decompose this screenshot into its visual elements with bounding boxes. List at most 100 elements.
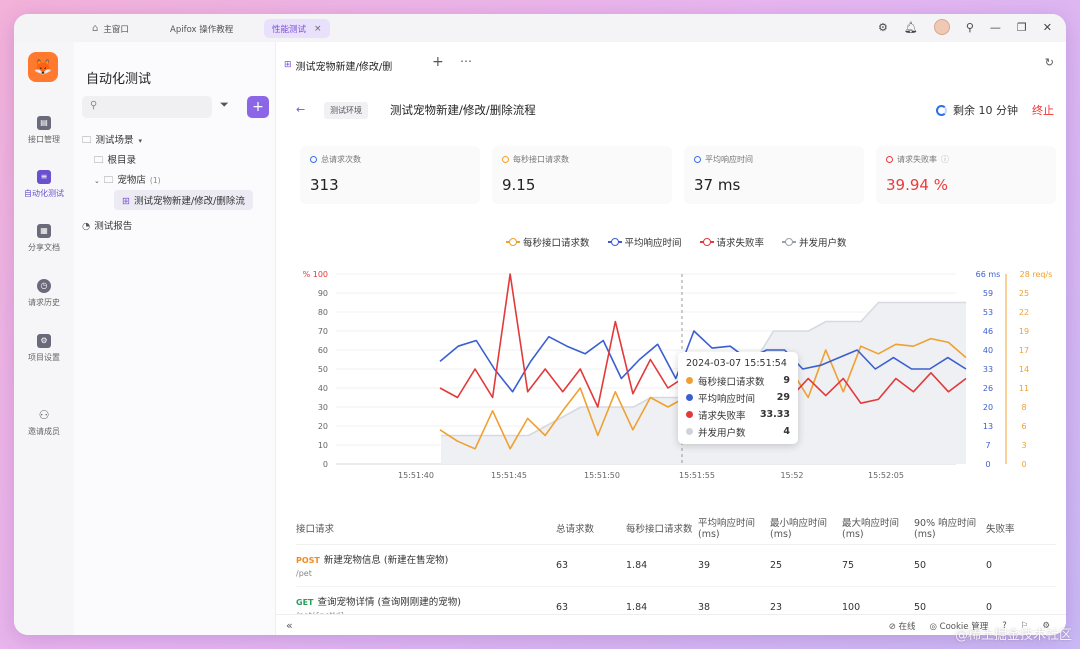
tree-node-scene-item[interactable]: ⊞ 测试宠物新建/修改/删除流 <box>114 190 253 210</box>
ms-tick-label: 0 <box>985 460 990 469</box>
bell-icon[interactable]: 🔔︎ <box>904 21 918 34</box>
x-tick-label: 15:51:40 <box>398 471 434 480</box>
stat-fail-rate: 请求失败率 ⓘ 39.94 % <box>876 146 1056 204</box>
table-cell: 75 <box>842 544 914 587</box>
tooltip-name: 请求失败率 <box>698 410 746 422</box>
ms-tick-label: 20 <box>983 403 993 412</box>
legend-item-resp[interactable]: 平均响应时间 <box>607 235 682 249</box>
rail-item-docs[interactable]: ▦ 分享文档 <box>14 224 74 253</box>
req-tick-label: 3 <box>1021 441 1026 450</box>
tree-node-reports[interactable]: ◔ 测试报告 <box>82 218 132 232</box>
ms-tick-label: 7 <box>985 441 990 450</box>
api-icon: ▤ <box>37 116 51 130</box>
legend-swatch <box>506 238 520 246</box>
scene-icon: ⊞ <box>284 60 292 70</box>
history-icon: ◷ <box>37 279 51 293</box>
minimize-icon[interactable]: — <box>990 21 1001 34</box>
performance-chart[interactable]: 0102030405060708090% 1000713202633404653… <box>276 256 1066 486</box>
restore-icon[interactable]: ❐ <box>1017 21 1027 34</box>
x-tick-label: 15:52:05 <box>868 471 904 480</box>
column-header[interactable]: 失败率 <box>986 512 1056 545</box>
search-icon: ⚲ <box>90 100 98 111</box>
y-tick-label: 10 <box>318 441 328 450</box>
title-bar: ⌂ 主窗口 Apifox 操作教程 性能测试 × ⚙ 🔔︎ ⚲ — ❐ ✕ <box>14 14 1066 42</box>
method-badge: GET <box>296 598 314 607</box>
column-header[interactable]: 每秒接口请求数 <box>626 512 698 545</box>
home-icon: ⌂ <box>92 23 99 34</box>
table-cell: 50 <box>914 544 986 587</box>
tree-node-scenes[interactable]: 🗀 测试场景 ▾ <box>82 132 146 149</box>
tooltip-name: 每秒接口请求数 <box>698 376 765 388</box>
stop-button[interactable]: 终止 <box>1032 102 1054 118</box>
rail-item-api[interactable]: ▤ 接口管理 <box>14 116 74 145</box>
doc-tab[interactable]: ⊞ 测试宠物新建/修改/删 <box>284 54 392 76</box>
column-header[interactable]: 最大响应时间(ms) <box>842 512 914 545</box>
collapse-sidebar-icon[interactable]: « <box>286 619 293 632</box>
info-icon[interactable]: ⓘ <box>941 154 949 165</box>
tree-node-root[interactable]: 🗀 根目录 <box>94 152 136 169</box>
pin-icon[interactable]: ⚲ <box>966 21 974 34</box>
stat-rps: 每秒接口请求数 9.15 <box>492 146 672 204</box>
y-tick-label: 60 <box>318 346 328 355</box>
column-header[interactable]: 接口请求 <box>296 512 556 545</box>
avatar[interactable] <box>933 19 950 35</box>
settings-icon[interactable]: ⚙ <box>878 21 888 34</box>
column-header[interactable]: 平均响应时间(ms) <box>698 512 770 545</box>
tree-node-label: 测试宠物新建/修改/删除流 <box>133 196 245 207</box>
tooltip-row: 请求失败率 33.33 <box>686 406 790 423</box>
y-tick-label: 80 <box>318 308 328 317</box>
chart-legend: 每秒接口请求数 平均响应时间 请求失败率 并发用户数 <box>506 235 847 249</box>
refresh-icon[interactable]: ↻ <box>1045 56 1054 69</box>
window-tab-tutorial[interactable]: Apifox 操作教程 <box>162 19 241 38</box>
chevron-down-icon[interactable]: ⌄ <box>94 177 100 185</box>
rail-item-invite[interactable]: ⚇ 邀请成员 <box>14 408 74 437</box>
table-cell: 1.84 <box>626 544 698 587</box>
column-header[interactable]: 最小响应时间(ms) <box>770 512 842 545</box>
window-tab-perf[interactable]: 性能测试 × <box>264 19 330 38</box>
caret-down-icon[interactable]: ▾ <box>139 137 143 145</box>
legend-item-rps[interactable]: 每秒接口请求数 <box>506 235 590 249</box>
rail-item-autotest[interactable]: ≡ 自动化测试 <box>14 170 74 199</box>
back-arrow-icon[interactable]: ← <box>296 103 305 116</box>
x-tick-label: 15:51:50 <box>584 471 620 480</box>
stat-label: 每秒接口请求数 <box>502 154 569 165</box>
add-button[interactable]: + <box>247 96 269 118</box>
rail-item-label: 邀请成员 <box>28 427 60 436</box>
search-input[interactable]: ⚲ <box>82 96 212 118</box>
stat-label: 总请求次数 <box>310 154 361 165</box>
stat-value: 313 <box>310 176 339 194</box>
y-axis-label: % 100 <box>303 270 328 279</box>
status-bar: « ⊘ 在线 ◎ Cookie 管理 ? ⚐ ⚙ <box>276 614 1066 635</box>
watermark: @稀土掘金技术社区 <box>954 628 1072 643</box>
rail-item-history[interactable]: ◷ 请求历史 <box>14 279 74 308</box>
share-doc-icon: ▦ <box>37 224 51 238</box>
table-row[interactable]: POST 新建宠物信息 (新建在售宠物) /pet 63 1.84 39 25 7… <box>296 544 1056 587</box>
add-user-icon: ⚇ <box>38 408 50 422</box>
rail-item-settings[interactable]: ⚙ 项目设置 <box>14 334 74 363</box>
tooltip-dot <box>686 394 693 401</box>
app-logo: 🦊 <box>28 52 58 82</box>
tree-node-folder[interactable]: ⌄ 🗀 宠物店 (1) <box>94 172 161 189</box>
api-name: 查询宠物详情 (查询刚刚建的宠物) <box>317 597 461 608</box>
ms-tick-label: 33 <box>983 365 993 374</box>
req-tick-label: 8 <box>1021 403 1026 412</box>
tree-node-label: 根目录 <box>107 155 137 166</box>
y-tick-label: 20 <box>318 422 328 431</box>
req-tick-label: 14 <box>1019 365 1029 374</box>
table-cell: 25 <box>770 544 842 587</box>
window-controls: ⚙ 🔔︎ ⚲ — ❐ ✕ <box>878 19 1052 35</box>
scene-tree-panel: 自动化测试 ⚲ ⏷ + 🗀 测试场景 ▾ 🗀 根目录 ⌄ 🗀 宠物店 (1) ⊞ 测试宠物新建… <box>74 42 276 635</box>
more-icon[interactable]: ⋯ <box>460 54 472 68</box>
window-tab-main[interactable]: ⌂ 主窗口 <box>84 19 137 38</box>
column-header[interactable]: 总请求数 <box>556 512 626 545</box>
add-tab-button[interactable]: + <box>432 54 444 70</box>
column-header[interactable]: 90% 响应时间(ms) <box>914 512 986 545</box>
rail-item-label: 分享文档 <box>28 243 60 252</box>
legend-item-users[interactable]: 并发用户数 <box>782 235 847 249</box>
close-window-icon[interactable]: ✕ <box>1043 21 1052 34</box>
filter-icon[interactable]: ⏷ <box>220 98 229 112</box>
close-icon[interactable]: × <box>314 24 322 34</box>
legend-item-fail[interactable]: 请求失败率 <box>699 235 764 249</box>
ms-tick-label: 26 <box>983 384 993 393</box>
online-status[interactable]: ⊘ 在线 <box>889 620 916 632</box>
